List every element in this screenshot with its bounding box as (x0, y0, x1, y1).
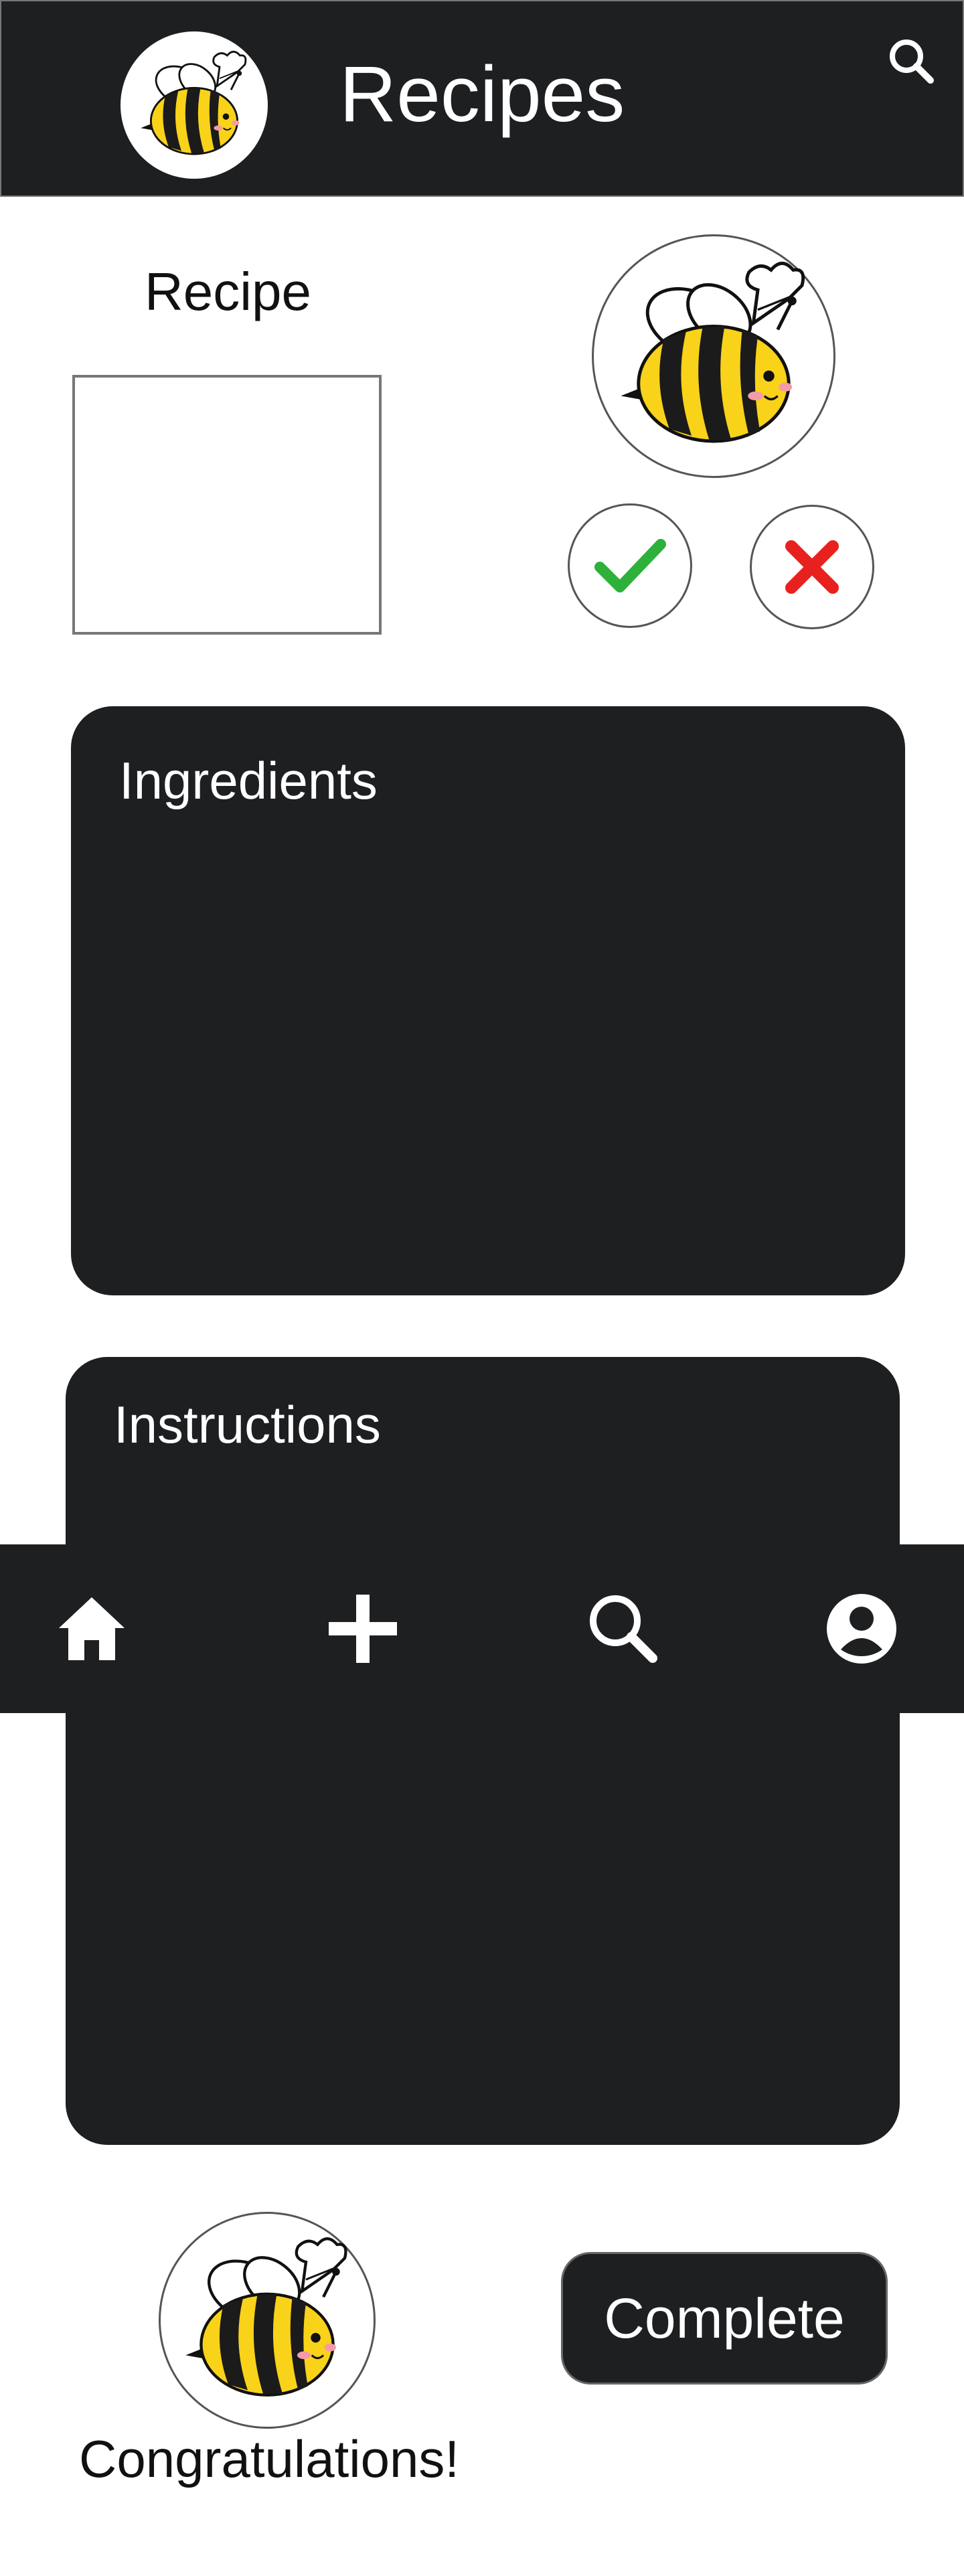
bee-chef-icon (170, 2223, 364, 2417)
nav-profile-button[interactable] (818, 1585, 905, 1672)
recipe-label: Recipe (145, 262, 312, 321)
close-icon (785, 540, 839, 594)
ingredients-title: Ingredients (119, 751, 378, 810)
search-icon (590, 1595, 657, 1663)
plus-icon (329, 1595, 397, 1663)
home-icon (59, 1597, 125, 1660)
profile-icon (827, 1594, 896, 1664)
congrats-message: Congratulations! (79, 2429, 460, 2488)
ingredients-panel[interactable]: Ingredients (71, 706, 905, 1295)
recipe-image-placeholder[interactable] (72, 375, 382, 635)
page-title: Recipes (339, 50, 625, 139)
logo (120, 31, 268, 179)
bee-chef-icon (603, 246, 824, 467)
bee-mascot-footer (159, 2212, 376, 2429)
bee-mascot (592, 234, 835, 478)
header-search-button[interactable] (878, 28, 945, 95)
instructions-title: Instructions (114, 1395, 381, 1454)
check-icon (594, 539, 666, 592)
bee-chef-icon (131, 42, 258, 169)
nav-home-button[interactable] (48, 1585, 135, 1672)
accept-button[interactable] (568, 503, 692, 628)
instructions-panel[interactable]: Instructions (66, 1357, 900, 2145)
search-icon (890, 39, 934, 84)
reject-button[interactable] (750, 505, 874, 629)
header-bar: Recipes (0, 0, 964, 197)
nav-add-button[interactable] (319, 1585, 406, 1672)
nav-search-button[interactable] (580, 1585, 667, 1672)
complete-button[interactable]: Complete (561, 2252, 888, 2385)
